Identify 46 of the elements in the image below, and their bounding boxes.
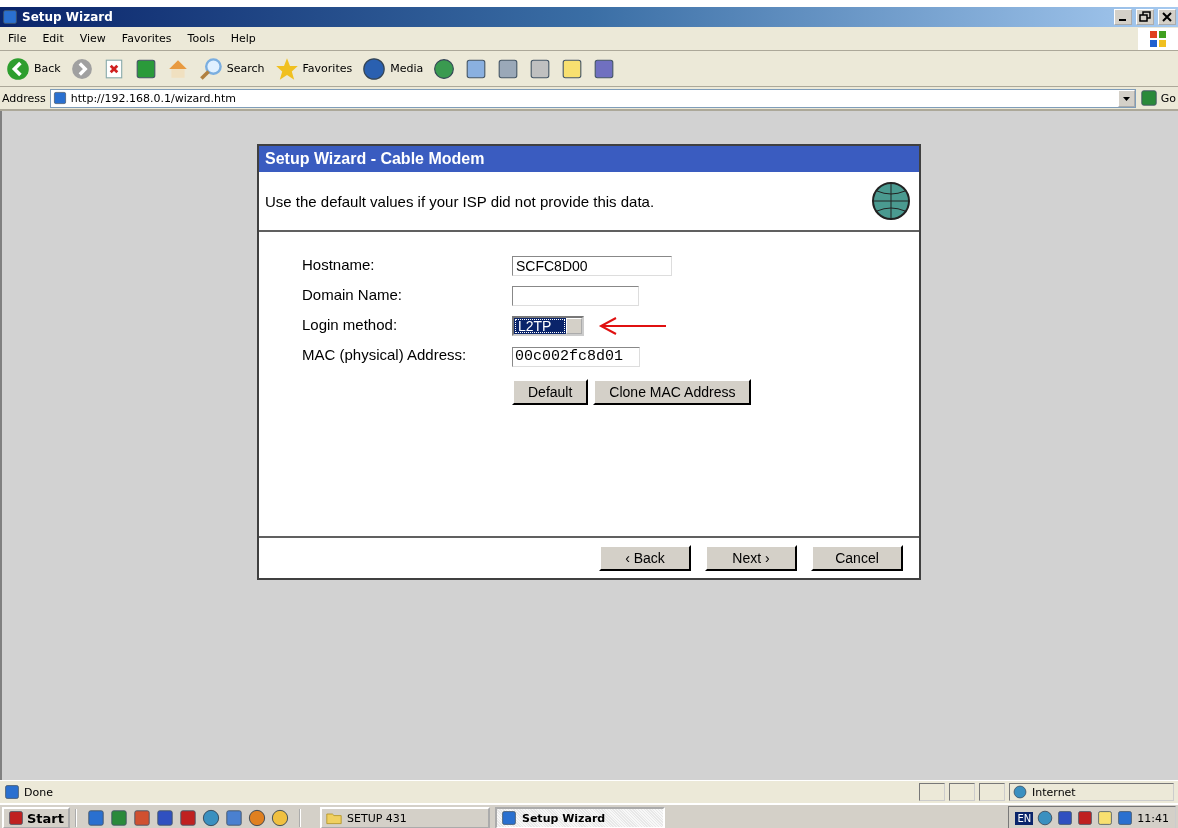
windows-logo-icon	[1138, 27, 1178, 50]
action-button[interactable]: Default	[512, 378, 589, 405]
clock-text: 11:41	[1137, 811, 1169, 825]
restore-button[interactable]	[1136, 9, 1154, 25]
nav-button[interactable]: Cancel	[811, 545, 903, 571]
taskbar-button[interactable]: Setup Wizard	[495, 807, 665, 828]
text-field[interactable]: SCFC8D00	[512, 256, 672, 276]
language-indicator[interactable]: EN	[1015, 811, 1034, 825]
field-label: Login method:	[302, 316, 399, 335]
annotation-arrow	[598, 316, 668, 336]
mac-address-field[interactable]: 00c002fc8d01	[512, 346, 640, 367]
window-title: Setup Wizard	[22, 10, 113, 24]
minimize-button[interactable]	[1114, 9, 1132, 25]
start-button[interactable]: Start	[2, 807, 70, 828]
toolbar-label[interactable]: Search	[226, 62, 265, 75]
instruction-text: Use the default values if your ISP did not provide this data.	[265, 192, 655, 210]
text-field[interactable]	[512, 286, 639, 306]
taskbar-button[interactable]: SETUP 431	[320, 807, 490, 828]
dialog-title: Setup Wizard - Cable Modem	[259, 146, 919, 172]
search-icon[interactable]	[198, 56, 223, 81]
menu-item[interactable]: Edit	[34, 32, 72, 45]
status-panel	[919, 783, 945, 801]
status-panel	[979, 783, 1005, 801]
toolbar-label[interactable]: Back	[34, 62, 61, 75]
address-label: Address	[2, 91, 46, 105]
star-icon[interactable]	[274, 56, 299, 81]
status-text: Done	[24, 785, 53, 799]
close-button[interactable]	[1158, 9, 1176, 25]
nav-button[interactable]: ‹ Back	[599, 545, 691, 571]
field-label: MAC (physical) Address:	[302, 346, 468, 365]
action-button[interactable]: Clone MAC Address	[593, 378, 752, 405]
nav-button[interactable]: Next ›	[705, 545, 797, 571]
menu-item[interactable]: Tools	[179, 32, 223, 45]
toolbar-label[interactable]: Media	[390, 62, 424, 75]
menu-item[interactable]: Favorites	[113, 32, 180, 45]
login-method-dropdown[interactable]: L2TP	[512, 316, 584, 336]
zone-text: Internet	[1032, 785, 1076, 799]
address-field[interactable]: http://192.168.0.1/wizard.htm	[49, 88, 1136, 108]
menu-item[interactable]: View	[71, 32, 114, 45]
menu-item[interactable]: File	[0, 32, 35, 45]
status-panel	[949, 783, 975, 801]
field-label: Domain Name:	[302, 286, 404, 305]
menu-item[interactable]: Help	[222, 32, 264, 45]
field-label: Hostname:	[302, 256, 376, 275]
go-button[interactable]: Go	[1139, 89, 1176, 107]
toolbar-label[interactable]: Favorites	[302, 62, 353, 75]
